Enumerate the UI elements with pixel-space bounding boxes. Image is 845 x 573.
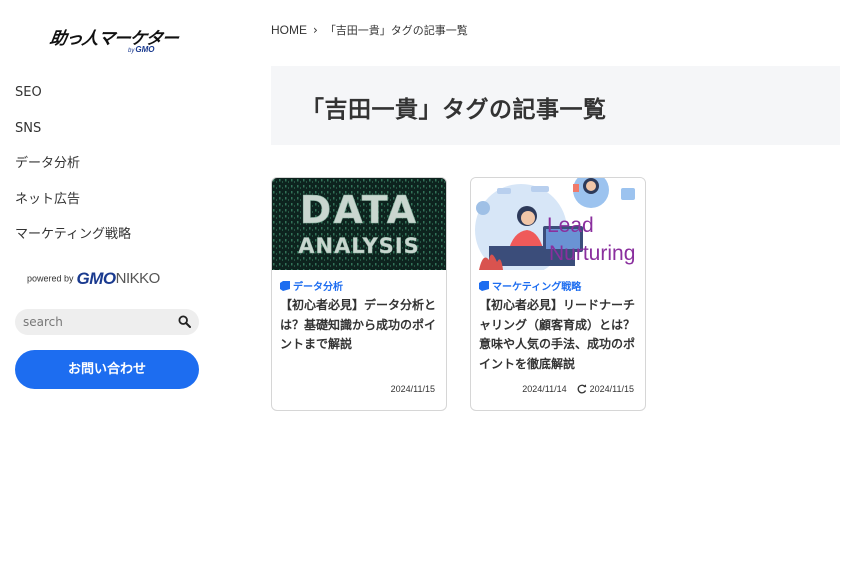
sidebar-nav: SEO SNS データ分析 ネット広告 マーケティング戦略 [15, 83, 131, 261]
thumbnail-text-nurturing: Nurturing [549, 242, 635, 265]
sidebar: 助っ人マーケター byGMO SEO SNS データ分析 ネット広告 マーケティ… [0, 0, 215, 573]
breadcrumb-home[interactable]: HOME [271, 23, 307, 37]
thumbnail-text-data: DATA [300, 188, 418, 232]
powered-by-logo[interactable]: powered by GMONIKKO [27, 268, 197, 290]
article-card[interactable]: DATA ANALYSIS データ分析 【初心者必見】データ分析とは？基礎知識か… [271, 177, 447, 411]
search-box [15, 309, 199, 335]
sidebar-item-net-ads[interactable]: ネット広告 [15, 190, 131, 226]
article-dates: 2024/11/14 2024/11/15 [522, 384, 634, 394]
sidebar-item-sns[interactable]: SNS [15, 119, 131, 155]
category-label[interactable]: データ分析 [280, 278, 343, 293]
site-logo[interactable]: 助っ人マーケター byGMO [48, 24, 179, 58]
chevron-right-icon: › [313, 23, 318, 37]
article-title[interactable]: 【初心者必見】リードナーチャリング（顧客育成）とは？意味や人気の手法、成功のポイ… [479, 296, 639, 374]
category-name: マーケティング戦略 [492, 282, 582, 293]
article-title[interactable]: 【初心者必見】データ分析とは？基礎知識から成功のポイントまで解説 [280, 296, 440, 355]
publish-date: 2024/11/14 [522, 384, 567, 394]
logo-by: by [128, 48, 135, 54]
page-title: 「吉田一貴」タグの記事一覧 [301, 97, 607, 123]
folder-icon [479, 280, 489, 291]
update-date: 2024/11/15 [589, 384, 634, 394]
contact-button[interactable]: お問い合わせ [15, 350, 199, 389]
publish-date: 2024/11/15 [390, 384, 435, 394]
logo-brand: GMO [135, 45, 155, 54]
powered-by-text: powered by [27, 273, 74, 284]
article-thumbnail[interactable]: DATA ANALYSIS [272, 178, 446, 270]
sidebar-item-seo[interactable]: SEO [15, 83, 131, 119]
folder-icon [280, 280, 290, 291]
powered-gmo-text: GMO [76, 268, 117, 288]
update-icon [577, 384, 586, 394]
category-name: データ分析 [293, 282, 343, 293]
powered-nikko-text: NIKKO [115, 270, 161, 287]
sidebar-item-data-analysis[interactable]: データ分析 [15, 154, 131, 190]
logo-main-text: 助っ人マーケター [48, 29, 180, 49]
category-label[interactable]: マーケティング戦略 [479, 278, 581, 293]
logo-sub-text: byGMO [128, 45, 154, 54]
search-icon[interactable] [178, 315, 191, 328]
article-thumbnail[interactable]: Lead Nurturing [471, 178, 645, 270]
sidebar-item-marketing-strategy[interactable]: マーケティング戦略 [15, 225, 131, 261]
thumbnail-text-lead: Lead [547, 214, 594, 237]
thumbnail-text-analysis: ANALYSIS [298, 234, 419, 258]
breadcrumb: HOME › 「吉田一貴」タグの記事一覧 [271, 21, 468, 39]
breadcrumb-current: 「吉田一貴」タグの記事一覧 [324, 24, 468, 37]
page-title-box: 「吉田一貴」タグの記事一覧 [271, 66, 840, 145]
article-card[interactable]: Lead Nurturing マーケティング戦略 【初心者必見】リードナーチャリ… [470, 177, 646, 411]
article-dates: 2024/11/15 [391, 384, 435, 394]
search-input[interactable] [15, 309, 175, 335]
